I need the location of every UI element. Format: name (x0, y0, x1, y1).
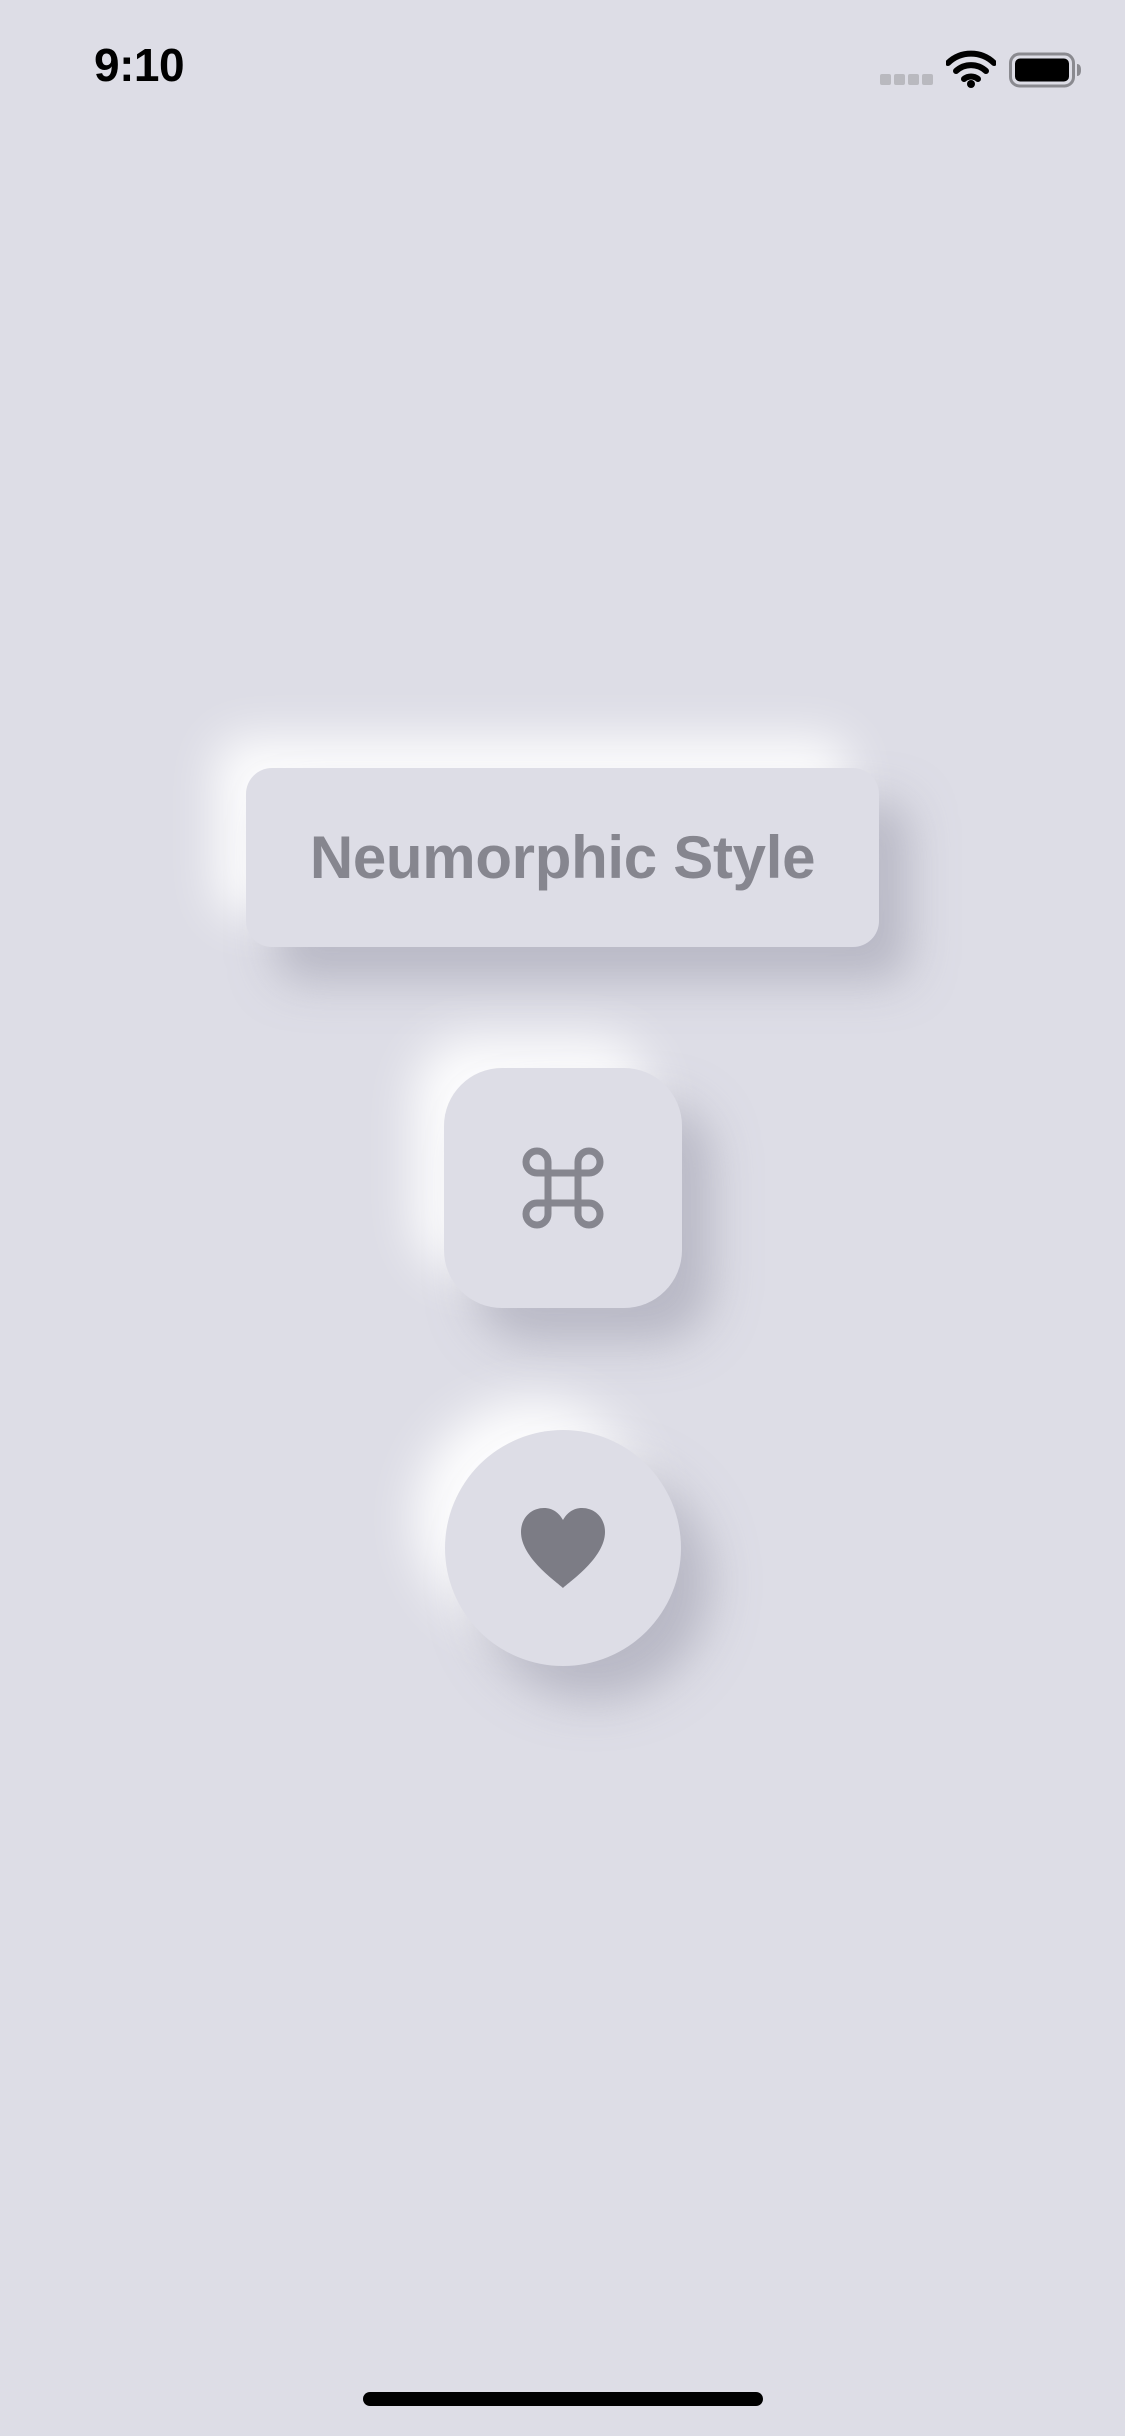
heart-button[interactable] (445, 1430, 681, 1666)
status-time: 9:10 (94, 39, 185, 91)
battery-icon (1009, 52, 1083, 88)
status-bar: 9:10 (0, 0, 1125, 132)
app-screen: 9:10 Neumorphic Style (0, 0, 1125, 2436)
wifi-icon (945, 50, 997, 88)
command-button[interactable] (444, 1068, 682, 1308)
home-indicator[interactable] (363, 2392, 763, 2406)
neumorphic-style-button[interactable]: Neumorphic Style (246, 768, 879, 947)
heart-icon (517, 1506, 609, 1590)
neumorphic-style-label: Neumorphic Style (309, 824, 816, 891)
command-icon (517, 1142, 609, 1234)
cellular-signal-icon (880, 74, 935, 86)
